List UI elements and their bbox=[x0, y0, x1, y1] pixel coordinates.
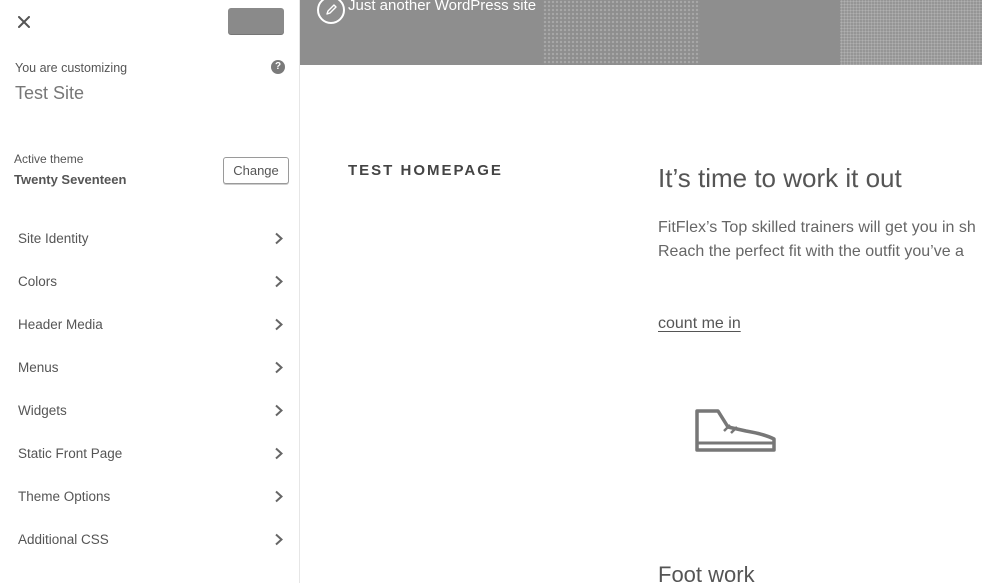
section-label: Colors bbox=[18, 274, 58, 289]
section-label: Theme Options bbox=[18, 489, 111, 504]
section-widgets[interactable]: Widgets bbox=[0, 389, 300, 432]
shoe-icon bbox=[695, 409, 776, 452]
chevron-right-icon bbox=[275, 404, 283, 417]
help-icon[interactable]: ? bbox=[271, 60, 285, 74]
customizer-app: You are customizing ? Test Site Active t… bbox=[0, 0, 982, 583]
chevron-right-icon bbox=[275, 361, 283, 374]
content-body-line: Reach the perfect fit with the outfit yo… bbox=[658, 243, 964, 260]
section-static-front-page[interactable]: Static Front Page bbox=[0, 432, 300, 475]
chevron-right-icon bbox=[275, 533, 283, 546]
pencil-icon bbox=[326, 4, 337, 15]
header-texture bbox=[840, 0, 982, 65]
chevron-right-icon bbox=[275, 318, 283, 331]
chevron-right-icon bbox=[275, 447, 283, 460]
edit-shortcut-button[interactable] bbox=[317, 0, 345, 24]
site-name: Test Site bbox=[15, 83, 85, 103]
active-theme-name: Twenty Seventeen bbox=[14, 172, 127, 187]
section-theme-options[interactable]: Theme Options bbox=[0, 475, 300, 518]
publish-button[interactable] bbox=[228, 8, 284, 35]
close-icon bbox=[18, 16, 30, 28]
section-label: Widgets bbox=[18, 403, 67, 418]
section-header-media[interactable]: Header Media bbox=[0, 303, 300, 346]
count-me-in-link[interactable]: count me in bbox=[658, 315, 741, 333]
customizing-label: You are customizing bbox=[15, 61, 128, 75]
section-label: Site Identity bbox=[18, 231, 89, 246]
section-label: Additional CSS bbox=[18, 532, 109, 547]
section-label: Menus bbox=[18, 360, 59, 375]
customizer-sidebar: You are customizing ? Test Site Active t… bbox=[0, 0, 300, 583]
close-button[interactable] bbox=[12, 10, 36, 34]
section-label: Static Front Page bbox=[18, 446, 123, 461]
header-media: Just another WordPress site bbox=[300, 0, 982, 65]
page-title: TEST HOMEPAGE bbox=[348, 162, 503, 179]
section-additional-css[interactable]: Additional CSS bbox=[0, 518, 300, 561]
active-theme-label: Active theme bbox=[14, 152, 84, 166]
content-body-line: FitFlex’s Top skilled trainers will get … bbox=[658, 219, 976, 236]
section-colors[interactable]: Colors bbox=[0, 260, 300, 303]
chevron-right-icon bbox=[275, 490, 283, 503]
section-menus[interactable]: Menus bbox=[0, 346, 300, 389]
change-theme-button[interactable]: Change bbox=[223, 157, 289, 184]
section-subheading: Foot work bbox=[658, 562, 755, 583]
customizer-sections: Site Identity Colors Header Media Menus … bbox=[0, 217, 300, 561]
content-heading: It’s time to work it out bbox=[658, 163, 902, 193]
chevron-right-icon bbox=[275, 232, 283, 245]
section-site-identity[interactable]: Site Identity bbox=[0, 217, 300, 260]
chevron-right-icon bbox=[275, 275, 283, 288]
site-tagline: Just another WordPress site bbox=[348, 0, 537, 14]
site-preview: Just another WordPress site TEST HOMEPAG… bbox=[300, 0, 982, 583]
section-label: Header Media bbox=[18, 317, 103, 332]
header-texture-gap bbox=[700, 0, 840, 65]
